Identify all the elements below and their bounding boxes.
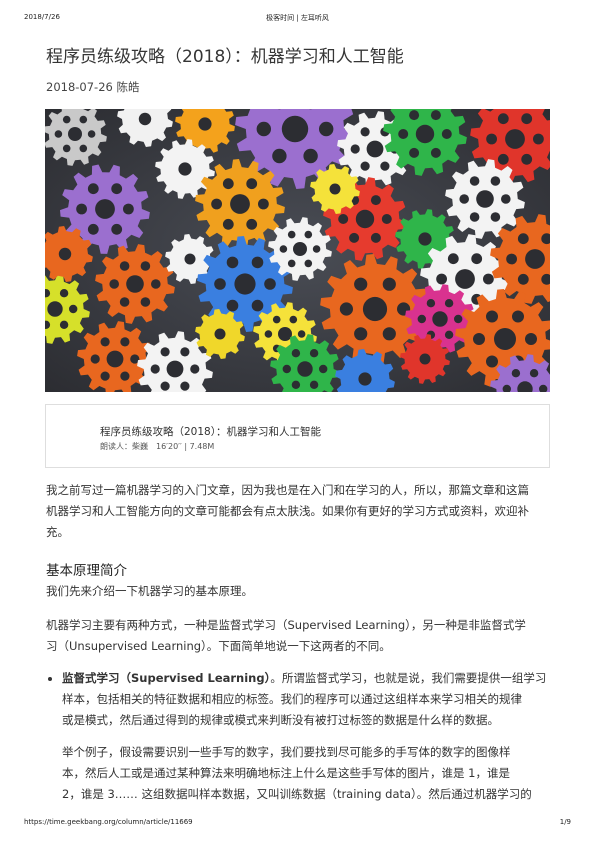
- intro-line: 我之前写过一篇机器学习的入门文章，因为我也是在入门和在学习的人，所以，那篇文章和…: [46, 483, 529, 497]
- colorful-gears-image: [45, 109, 550, 392]
- site-title: 极客时间 | 左耳听风: [266, 14, 329, 22]
- list-item: 监督式学习（Supervised Learning）。所谓监督式学习，也就是说，…: [62, 668, 546, 731]
- section-heading: 基本原理简介: [46, 563, 127, 579]
- example-line: 举个例子，假设需要识别一些手写的数字，我们要找到尽可能多的手写体的数字的图像样: [62, 745, 511, 759]
- example-paragraph: 举个例子，假设需要识别一些手写的数字，我们要找到尽可能多的手写体的数字的图像样 …: [62, 742, 532, 805]
- page-header: 2018/7/26 极客时间 | 左耳听风: [24, 13, 571, 23]
- list-item-line: 监督式学习（Supervised Learning）。所谓监督式学习，也就是说，…: [62, 671, 547, 685]
- intro-line: 充。: [46, 525, 69, 539]
- paragraph-line: 习（Unsupervised Learning）。下面简单地说一下这两者的不同。: [46, 639, 391, 653]
- audio-title: 程序员练级攻略（2018）：机器学习和人工智能: [100, 426, 321, 438]
- list-item-term: 监督式学习（Supervised Learning）: [62, 671, 271, 685]
- example-line: 本，然后人工或是通过某种算法来明确地标注上什么是这些手写体的图片，谁是 1，谁是: [62, 766, 510, 780]
- audio-info: 朗读人：柴巍 16′20′′ | 7.48M: [100, 442, 215, 451]
- intro-paragraph: 我之前写过一篇机器学习的入门文章，因为我也是在入门和在学习的人，所以，那篇文章和…: [46, 480, 529, 543]
- article-title: 程序员练级攻略（2018）：机器学习和人工智能: [46, 47, 404, 67]
- example-line: 2，谁是 3…… 这组数据叫样本数据，又叫训练数据（training data）…: [62, 787, 532, 801]
- page-footer: https://time.geekbang.org/column/article…: [24, 818, 571, 828]
- list-item-line: 样本，包括相关的特征数据和相应的标签。我们的程序可以通过这组样本来学习相关的规律: [62, 692, 522, 706]
- page-number: 1/9: [559, 818, 571, 826]
- gears-illustration: [45, 109, 550, 392]
- paragraph-line: 机器学习主要有两种方式，一种是监督式学习（Supervised Learning…: [46, 618, 526, 632]
- paragraph: 我们先来介绍一下机器学习的基本原理。: [46, 584, 253, 598]
- audio-player[interactable]: 程序员练级攻略（2018）：机器学习和人工智能 朗读人：柴巍 16′20′′ |…: [45, 404, 550, 468]
- intro-line: 机器学习和人工智能方向的文章可能都会有点太肤浅。如果你有更好的学习方式或资料，欢…: [46, 504, 529, 518]
- paragraph: 机器学习主要有两种方式，一种是监督式学习（Supervised Learning…: [46, 615, 526, 657]
- bullet-icon: [48, 677, 52, 681]
- article-meta: 2018-07-26 陈皓: [46, 80, 140, 94]
- list-item-line: 或是模式，然后通过得到的规律或模式来判断没有被打过标签的数据是什么样的数据。: [62, 713, 499, 727]
- page-url: https://time.geekbang.org/column/article…: [24, 818, 193, 826]
